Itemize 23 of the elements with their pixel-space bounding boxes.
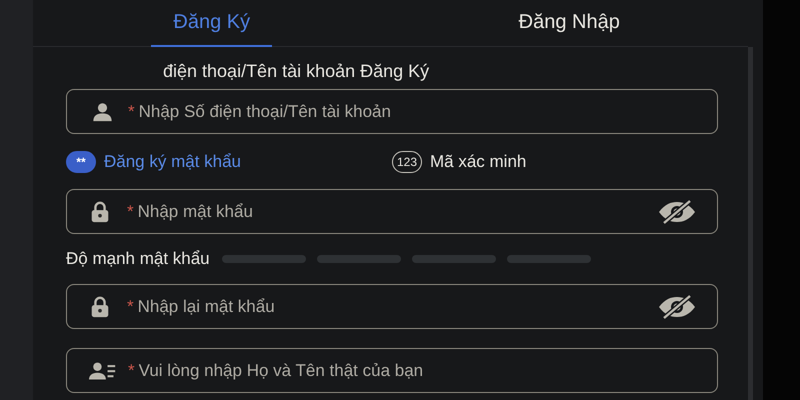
eye-off-icon[interactable] [657, 200, 697, 224]
strength-label: Độ mạnh mật khẩu [66, 249, 210, 269]
required-mark: * [127, 296, 134, 316]
input-field[interactable]: * Nhập mật khẩu [66, 189, 718, 234]
method-option[interactable]: 123 Mã xác minh [392, 150, 718, 172]
input-field[interactable]: * Nhập lại mật khẩu [66, 284, 718, 329]
required-mark: * [128, 102, 135, 122]
lock-icon [89, 200, 111, 222]
input-field[interactable]: * Nhập Số điện thoại/Tên tài khoản [66, 89, 718, 134]
tab[interactable]: Đăng Nhập [496, 0, 642, 47]
field-label: điện thoại/Tên tài khoản Đăng Ký [162, 61, 430, 83]
text-input[interactable]: Nhập Số điện thoại/Tên tài khoản [136, 100, 697, 122]
id-card-icon [89, 360, 116, 382]
required-mark: * [128, 360, 135, 380]
required-mark: * [127, 202, 134, 222]
input-field[interactable]: * Vui lòng nhập Họ và Tên thật của bạn [66, 348, 718, 393]
text-input[interactable]: Nhập mật khẩu [136, 200, 657, 222]
tab[interactable]: Đăng Ký [151, 0, 272, 47]
eye-off-icon[interactable] [657, 294, 697, 318]
lock-icon [89, 296, 111, 318]
text-input[interactable]: Nhập lại mật khẩu [136, 296, 657, 318]
method-option[interactable]: ** Đăng ký mật khẩu [66, 150, 392, 172]
text-input[interactable]: Vui lòng nhập Họ và Tên thật của bạn [136, 360, 697, 382]
